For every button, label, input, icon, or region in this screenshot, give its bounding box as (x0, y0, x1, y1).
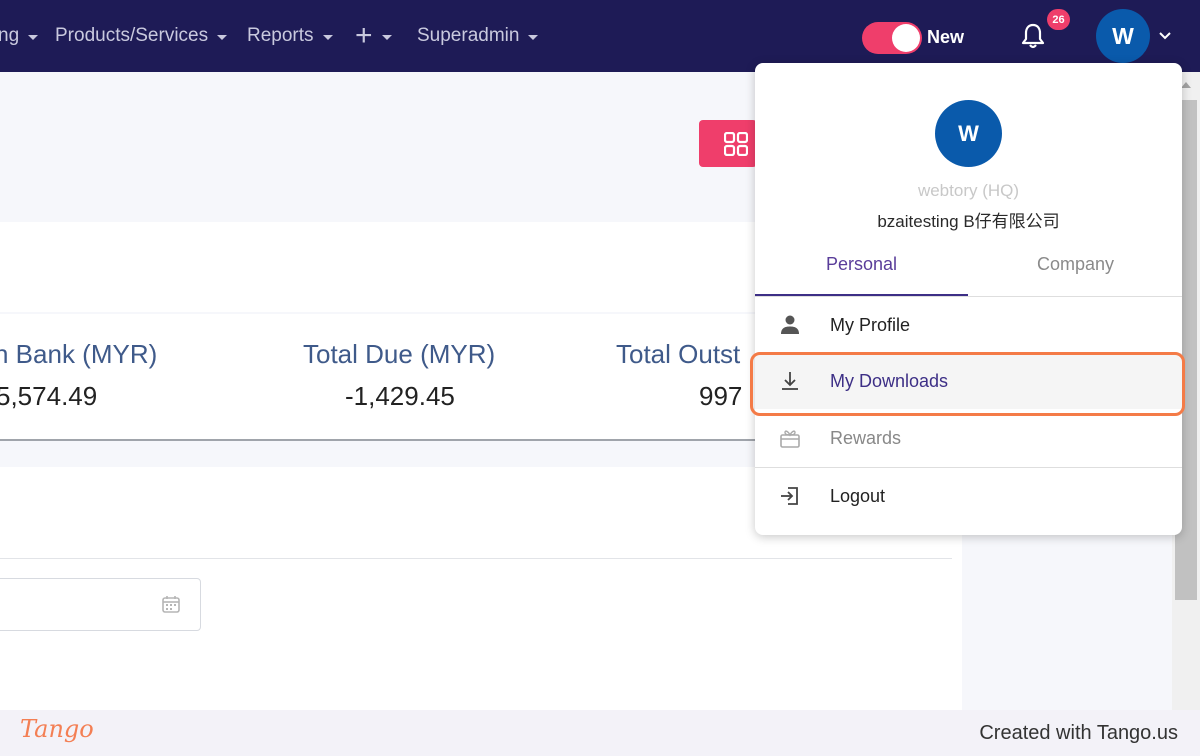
gift-icon (780, 430, 800, 448)
tango-logo: Tango (20, 715, 94, 743)
menu-item-label: My Profile (830, 314, 911, 335)
caret-down-icon (28, 34, 39, 40)
nav-item-label: Products/Services (55, 25, 209, 46)
organization-name: bzaitesting B仔有限公司 (877, 212, 1060, 231)
nav-item-label: Superadmin (417, 25, 520, 46)
tab-personal[interactable]: Personal (755, 254, 968, 275)
stat-value-total-outstanding: 997 (699, 381, 743, 411)
user-dropdown-menu: W webtory (HQ) bzaitesting B仔有限公司 Person… (755, 63, 1182, 535)
nav-item-products-services[interactable]: Products/Services (55, 24, 228, 48)
company-name: webtory (HQ) (917, 181, 1020, 200)
nav-item-label: ng (0, 25, 20, 46)
plus-icon: + (355, 19, 373, 52)
toggle-label: New (927, 27, 965, 47)
notification-badge: 26 (1047, 9, 1070, 30)
grid-icon (724, 131, 748, 156)
menu-item-label: Logout (830, 485, 886, 506)
stat-label-total-due: Total Due (MYR) (303, 339, 496, 369)
nav-item-reports[interactable]: Reports (247, 24, 333, 48)
tab-company[interactable]: Company (969, 254, 1182, 275)
menu-item-rewards[interactable]: Rewards (755, 410, 1182, 466)
stat-value-total-due: -1,429.45 (345, 381, 455, 411)
nav-item-quick-add[interactable]: + (355, 19, 392, 52)
nav-item-label: Reports (247, 25, 314, 46)
new-ui-toggle[interactable] (862, 22, 922, 54)
divider (0, 558, 952, 559)
stat-label-total-outstanding: Total Outst (616, 339, 741, 369)
scroll-up-arrow-icon[interactable] (1181, 82, 1191, 88)
menu-item-my-profile[interactable]: My Profile (755, 297, 1182, 353)
logout-icon (781, 487, 798, 505)
caret-down-icon (217, 34, 228, 40)
toggle-knob (892, 24, 920, 52)
dropdown-avatar: W (935, 100, 1002, 167)
chevron-down-icon[interactable] (1158, 30, 1172, 42)
tango-credit: Created with Tango.us (979, 722, 1178, 744)
menu-item-logout[interactable]: Logout (755, 468, 1182, 524)
nav-item-superadmin[interactable]: Superadmin (417, 24, 539, 48)
calendar-icon[interactable] (161, 594, 181, 614)
bell-icon[interactable] (1017, 20, 1049, 52)
caret-down-icon (322, 34, 333, 40)
grid-view-button[interactable] (699, 120, 757, 167)
caret-down-icon (381, 34, 392, 40)
caret-down-icon (528, 34, 539, 40)
stat-label-bank: n Bank (MYR) (0, 339, 158, 369)
top-navbar: ng Products/Services Reports + Superadmi… (0, 0, 1200, 72)
user-avatar-button[interactable]: W (1096, 9, 1150, 63)
click-highlight (750, 352, 1185, 416)
person-icon (781, 315, 799, 334)
stat-value-bank: 5,574.49 (0, 381, 98, 411)
nav-item-accounting[interactable]: ng (0, 24, 39, 48)
menu-item-label: Rewards (830, 427, 902, 448)
